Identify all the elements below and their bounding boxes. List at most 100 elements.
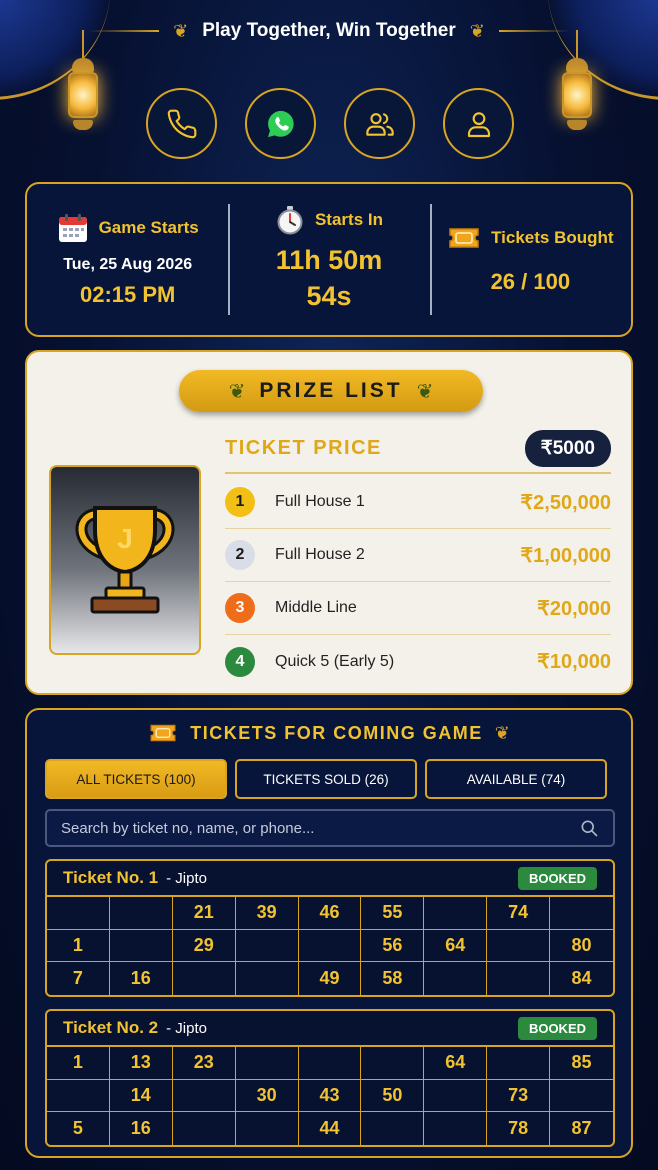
trophy-image: J [49, 465, 201, 655]
ticket-cell: 23 [172, 1047, 236, 1080]
ticket-cell [487, 929, 551, 963]
rank-badge: 1 [225, 487, 255, 517]
phone-icon [167, 109, 196, 138]
ticket-cell [236, 962, 299, 995]
ticket-icon [150, 724, 176, 742]
ticket-card[interactable]: Ticket No. 1 - Jipto BOOKED 21 39 46 55 74 1 2… [45, 859, 615, 997]
game-starts-column: Game Starts Tue, 25 Aug 2026 02:15 PM [27, 184, 228, 335]
ticket-cell [109, 897, 173, 930]
prize-amount: ₹1,00,000 [520, 544, 611, 567]
rank-badge: 4 [225, 646, 255, 677]
header-title-bar: ❦ Play Together, Win Together ❦ [0, 20, 658, 42]
ticket-header: Ticket No. 1 - Jipto BOOKED [47, 861, 613, 897]
ticket-cell [172, 1079, 236, 1113]
prize-row: 2 Full House 2 ₹1,00,000 [225, 529, 611, 582]
starts-in-column: Starts In 11h 50m 54s [228, 184, 429, 335]
rank-badge: 3 [225, 593, 255, 623]
filter-available[interactable]: AVAILABLE (74) [425, 759, 607, 799]
ticket-cell [173, 962, 236, 995]
ticket-cell: 43 [298, 1079, 362, 1113]
filter-all-tickets[interactable]: ALL TICKETS (100) [45, 759, 227, 799]
rank-badge: 2 [225, 540, 255, 570]
leaf-icon: ❦ [173, 20, 189, 42]
lantern-right-icon [558, 30, 596, 138]
prize-amount: ₹20,000 [537, 597, 611, 620]
ticket-cell: 5 [47, 1112, 110, 1145]
ticket-header: Ticket No. 2 - Jipto BOOKED [47, 1011, 613, 1047]
countdown: 11h 50m 54s [276, 243, 383, 313]
game-time: 02:15 PM [79, 281, 176, 307]
calendar-icon [58, 213, 87, 242]
filter-tickets-sold[interactable]: TICKETS SOLD (26) [235, 759, 417, 799]
profile-button[interactable] [443, 88, 514, 159]
search-icon[interactable] [579, 818, 599, 838]
whatsapp-icon [267, 110, 294, 137]
ticket-cell: 55 [361, 897, 425, 930]
ticket-cell: 80 [550, 930, 613, 963]
prize-list-title-pill: ❦ PRIZE LIST ❦ [179, 370, 483, 412]
ticket-grid: 1 13 23 64 85 14 30 43 50 73 5 16 44 78 87 [47, 1047, 613, 1145]
ticket-card[interactable]: Ticket No. 2 - Jipto BOOKED 1 13 23 64 85 14 3… [45, 1009, 615, 1147]
ticket-cell [424, 1112, 488, 1145]
ticket-cell: 78 [487, 1112, 551, 1145]
game-starts-label: Game Starts [98, 217, 199, 237]
ticket-cell: 64 [424, 929, 488, 963]
ticket-owner: - Jipto [166, 1019, 207, 1037]
status-badge: BOOKED [517, 1016, 597, 1040]
ticket-cell: 44 [299, 1112, 362, 1145]
ticket-cell: 14 [109, 1079, 173, 1113]
lantern-left-icon [64, 30, 102, 138]
tickets-bought-column: Tickets Bought 26 / 100 [429, 184, 631, 335]
ticket-cell: 87 [571, 1118, 592, 1139]
prize-name: Middle Line [275, 599, 357, 616]
group-button[interactable] [344, 88, 415, 159]
ticket-cell: 74 [487, 897, 551, 930]
leaf-icon: ❦ [416, 379, 434, 403]
ticket-cell [173, 1112, 236, 1145]
ticket-price-row: TICKET PRICE ₹5000 [225, 424, 611, 474]
prize-amount: ₹2,50,000 [520, 491, 611, 514]
ticket-cell [424, 962, 488, 995]
prize-row: 1 Full House 1 ₹2,50,000 [225, 476, 611, 529]
search-input[interactable] [61, 819, 579, 837]
ticket-cell [109, 929, 173, 963]
search-bar [45, 809, 615, 847]
ticket-cell: 1 [47, 929, 110, 963]
ticket-price-label: TICKET PRICE [225, 436, 382, 459]
ticket-cell [235, 1047, 299, 1080]
ticket-cell: 73 [487, 1079, 551, 1113]
leaf-icon: ❦ [494, 722, 510, 744]
ticket-cell: 21 [172, 897, 236, 930]
svg-text:J: J [117, 523, 133, 554]
prize-list-title: PRIZE LIST [259, 379, 403, 402]
ticket-icon [449, 227, 479, 248]
ticket-number: Ticket No. 1 [63, 868, 159, 887]
ticket-cell: 58 [361, 962, 425, 995]
prize-amount: ₹10,000 [537, 651, 611, 673]
ticket-cell [424, 1079, 488, 1113]
ticket-cell: 39 [235, 897, 299, 930]
ticket-cell: 16 [110, 1112, 173, 1145]
tickets-section-header: TICKETS FOR COMING GAME ❦ [27, 722, 631, 744]
leaf-icon: ❦ [469, 20, 485, 42]
ticket-grid: 21 39 46 55 74 1 29 56 64 80 7 16 49 58 84 [47, 897, 613, 995]
users-icon [365, 112, 394, 136]
prize-name: Full House 2 [275, 546, 365, 563]
stopwatch-icon [277, 206, 303, 235]
game-date: Tue, 25 Aug 2026 [63, 255, 193, 273]
ticket-cell: 64 [424, 1047, 488, 1080]
tickets-bought-value: 26 / 100 [490, 268, 571, 294]
ticket-cell [236, 1112, 299, 1145]
ticket-cell [361, 1047, 425, 1080]
ticket-cell [298, 929, 362, 963]
ticket-cell: 49 [299, 962, 362, 995]
phone-button[interactable] [146, 88, 217, 159]
whatsapp-button[interactable] [245, 88, 316, 159]
ticket-price-value: ₹5000 [524, 429, 611, 467]
ticket-cell: 7 [47, 962, 110, 995]
ticket-cell [487, 1047, 551, 1080]
status-badge: BOOKED [517, 866, 597, 890]
leaf-icon: ❦ [228, 379, 246, 403]
game-info-card: Game Starts Tue, 25 Aug 2026 02:15 PM St… [25, 182, 633, 337]
ticket-cell: 13 [109, 1047, 173, 1080]
